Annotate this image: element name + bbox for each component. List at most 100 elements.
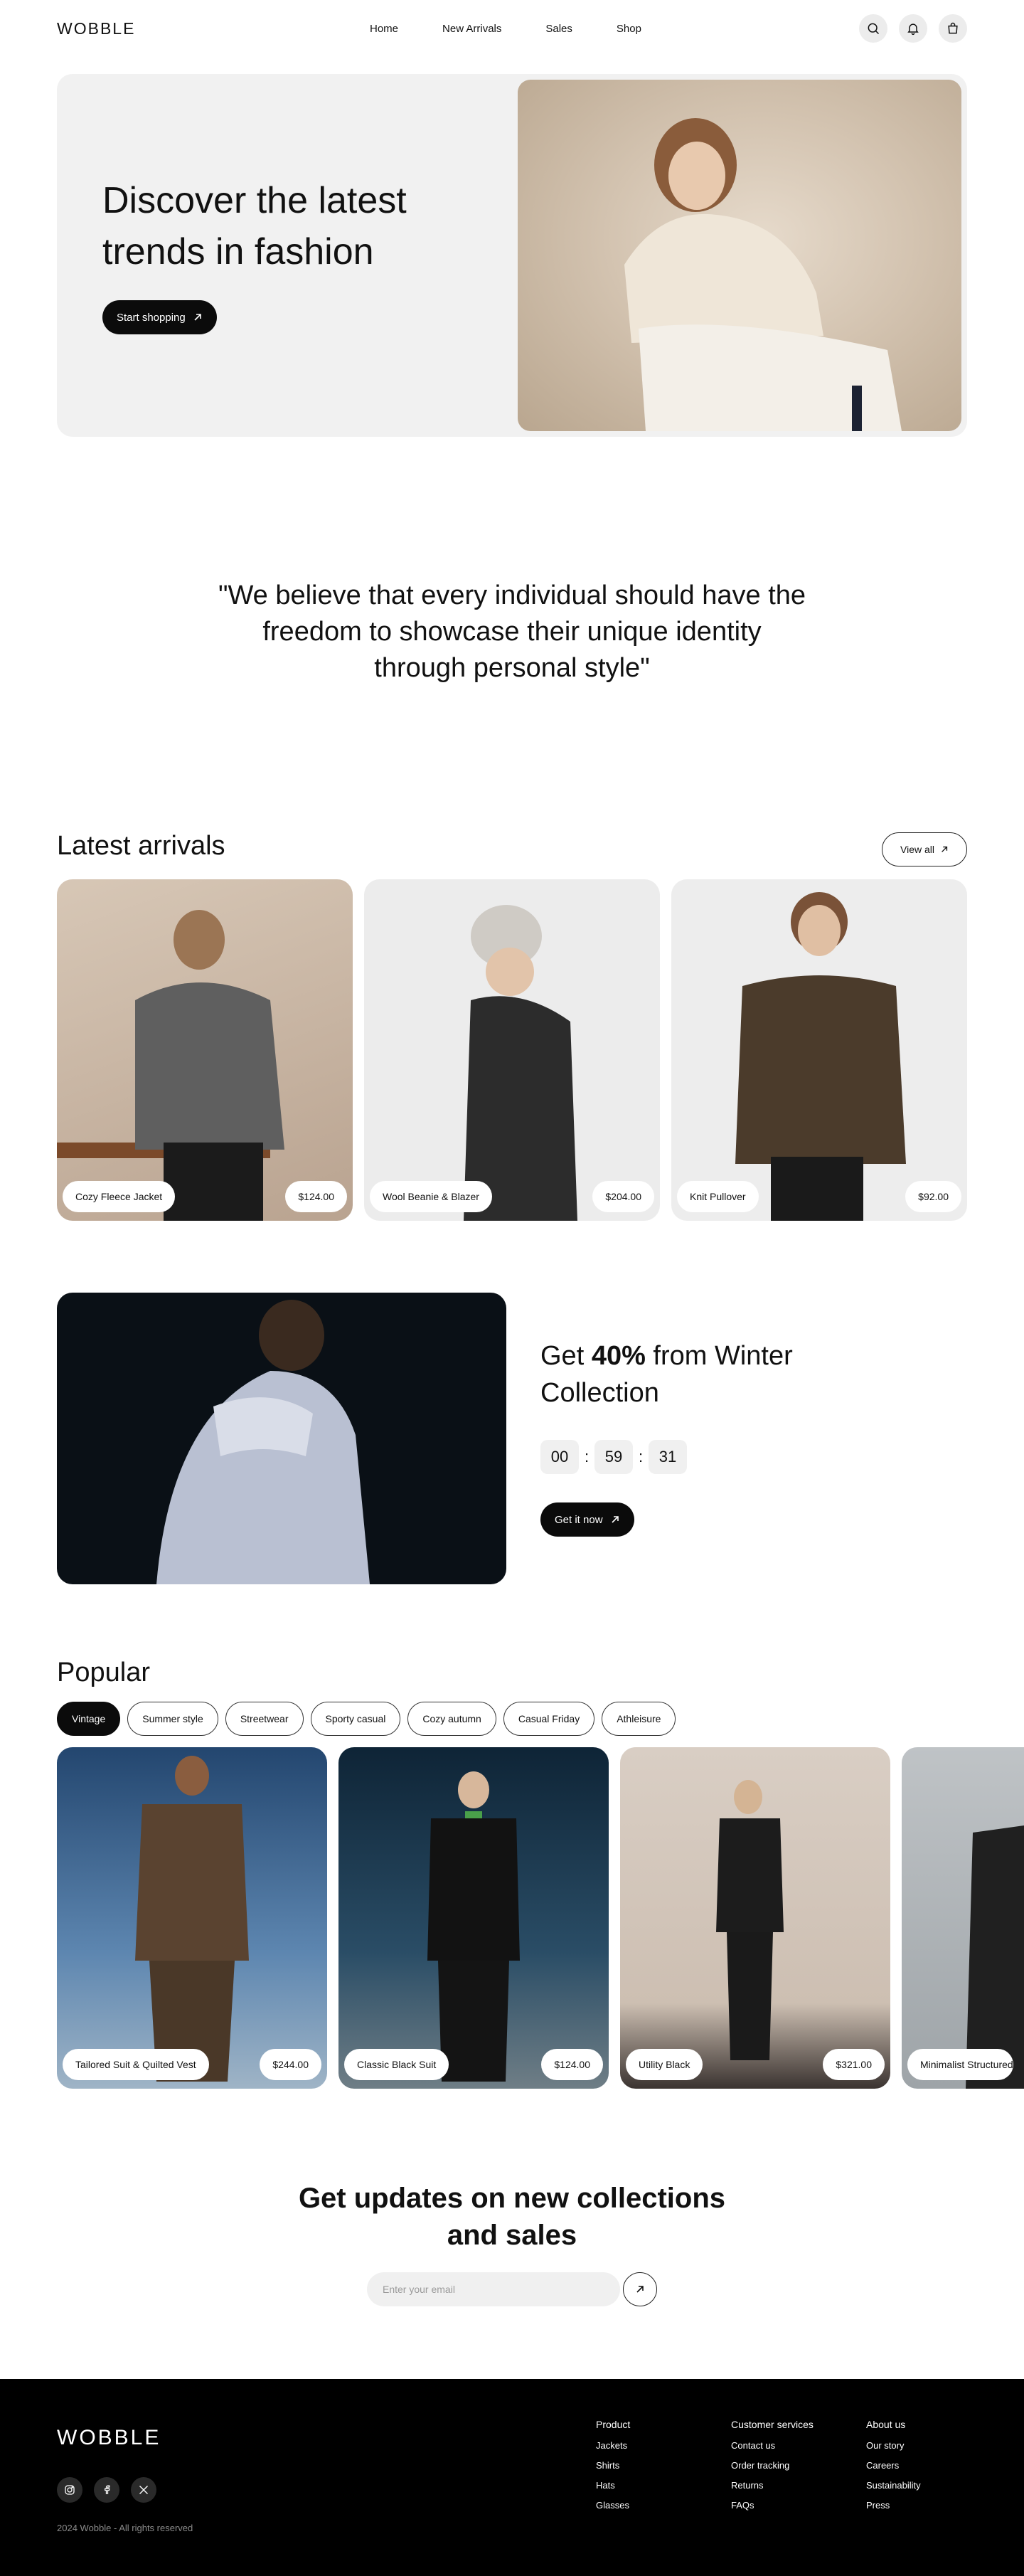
winter-collection-image	[57, 1293, 506, 1584]
timer-separator: :	[638, 1448, 644, 1465]
countdown-timer: 00 : 59 : 31	[540, 1440, 687, 1474]
timer-minutes: 59	[594, 1440, 633, 1474]
footer-column-customer-services: Customer services Contact us Order track…	[731, 2419, 814, 2520]
arrow-up-right-icon	[611, 1516, 619, 1523]
view-all-label: View all	[900, 844, 934, 855]
hero-model-image	[518, 80, 961, 431]
search-icon	[868, 23, 880, 35]
product-card[interactable]: Cozy Fleece Jacket $124.00	[57, 879, 353, 1221]
footer-column-title: About us	[866, 2419, 906, 2430]
bag-icon	[948, 22, 958, 34]
timer-seconds: 31	[649, 1440, 687, 1474]
subscribe-button[interactable]	[623, 2272, 657, 2306]
instagram-icon	[65, 2485, 75, 2495]
footer-link-order-tracking[interactable]: Order tracking	[731, 2460, 814, 2471]
footer-logo[interactable]: WOBBLE	[57, 2426, 161, 2450]
logo[interactable]: WOBBLE	[57, 19, 135, 38]
newsletter-title: Get updates on new collections and sales	[298, 2183, 726, 2251]
product-name: Minimalist Structured	[907, 2049, 1013, 2080]
footer-column-about-us: About us Our story Careers Sustainabilit…	[866, 2419, 921, 2520]
footer-column-title: Product	[596, 2419, 631, 2430]
product-price: $124.00	[285, 1181, 347, 1212]
product-card[interactable]: Wool Beanie & Blazer $204.00	[364, 879, 660, 1221]
latest-arrivals-title: Latest arrivals	[57, 831, 225, 861]
product-card[interactable]: Minimalist Structured	[902, 1747, 1024, 2089]
hero-title: Discover the latest trends in fashion	[102, 180, 407, 272]
hero-banner: Discover the latest trends in fashion St…	[57, 74, 967, 437]
notifications-button[interactable]	[899, 14, 927, 43]
product-name: Cozy Fleece Jacket	[63, 1181, 176, 1212]
filter-chip-streetwear[interactable]: Streetwear	[225, 1702, 304, 1736]
product-name: Classic Black Suit	[344, 2049, 449, 2080]
get-it-now-button[interactable]: Get it now	[540, 1502, 634, 1537]
promo-title: Get 40% from Winter Collection	[540, 1337, 868, 1411]
facebook-link[interactable]	[94, 2477, 119, 2503]
product-name: Knit Pullover	[677, 1181, 759, 1212]
copyright: 2024 Wobble - All rights reserved	[57, 2523, 193, 2533]
product-card[interactable]: Classic Black Suit $124.00	[338, 1747, 609, 2089]
footer: WOBBLE 2024 Wobble - All rights reserved…	[0, 2379, 1024, 2576]
style-filters: Vintage Summer style Streetwear Sporty c…	[57, 1702, 676, 1736]
start-shopping-button[interactable]: Start shopping	[102, 300, 217, 334]
footer-link-hats[interactable]: Hats	[596, 2480, 630, 2491]
filter-chip-casual-friday[interactable]: Casual Friday	[503, 1702, 595, 1736]
footer-link-contact-us[interactable]: Contact us	[731, 2440, 814, 2451]
nav-link-home[interactable]: Home	[370, 23, 398, 35]
filter-chip-sporty-casual[interactable]: Sporty casual	[310, 1702, 401, 1736]
footer-column-product: Product Jackets Shirts Hats Glasses	[596, 2419, 630, 2520]
product-name: Utility Black	[626, 2049, 703, 2080]
bell-icon	[907, 23, 919, 36]
footer-link-careers[interactable]: Careers	[866, 2460, 921, 2471]
product-card[interactable]: Tailored Suit & Quilted Vest $244.00	[57, 1747, 327, 2089]
nav-link-new-arrivals[interactable]: New Arrivals	[442, 23, 501, 35]
footer-link-jackets[interactable]: Jackets	[596, 2440, 630, 2451]
instagram-link[interactable]	[57, 2477, 82, 2503]
footer-link-our-story[interactable]: Our story	[866, 2440, 921, 2451]
product-price: $124.00	[541, 2049, 603, 2080]
nav-links: Home New Arrivals Sales Shop	[370, 23, 686, 35]
nav-link-shop[interactable]: Shop	[617, 23, 641, 35]
x-icon	[139, 2486, 148, 2494]
product-name: Wool Beanie & Blazer	[370, 1181, 492, 1212]
brand-quote: "We believe that every individual should…	[218, 581, 806, 683]
search-button[interactable]	[859, 14, 887, 43]
filter-chip-summer-style[interactable]: Summer style	[127, 1702, 218, 1736]
top-nav: WOBBLE Home New Arrivals Sales Shop	[57, 0, 967, 57]
footer-link-shirts[interactable]: Shirts	[596, 2460, 630, 2471]
footer-link-faqs[interactable]: FAQs	[731, 2500, 814, 2511]
timer-hours: 00	[540, 1440, 579, 1474]
email-field[interactable]	[367, 2272, 620, 2306]
footer-link-glasses[interactable]: Glasses	[596, 2500, 630, 2511]
product-card[interactable]: Utility Black $321.00	[620, 1747, 890, 2089]
product-price: $244.00	[260, 2049, 321, 2080]
footer-link-returns[interactable]: Returns	[731, 2480, 814, 2491]
filter-chip-cozy-autumn[interactable]: Cozy autumn	[407, 1702, 496, 1736]
arrow-up-right-icon	[194, 314, 201, 321]
social-links	[57, 2477, 156, 2503]
timer-separator: :	[584, 1448, 590, 1465]
get-it-now-label: Get it now	[555, 1513, 603, 1526]
arrow-up-right-icon	[942, 846, 948, 852]
product-name: Tailored Suit & Quilted Vest	[63, 2049, 209, 2080]
promo-title-prefix: Get	[540, 1341, 592, 1371]
view-all-button[interactable]: View all	[882, 832, 967, 866]
footer-link-press[interactable]: Press	[866, 2500, 921, 2511]
product-price: $321.00	[823, 2049, 885, 2080]
product-card[interactable]: Knit Pullover $92.00	[671, 879, 967, 1221]
cart-button[interactable]	[939, 14, 967, 43]
footer-link-sustainability[interactable]: Sustainability	[866, 2480, 921, 2491]
page: WOBBLE Home New Arrivals Sales Shop Disc…	[0, 0, 1024, 2576]
start-shopping-label: Start shopping	[117, 311, 186, 324]
facebook-icon	[105, 2485, 110, 2494]
filter-chip-athleisure[interactable]: Athleisure	[602, 1702, 676, 1736]
promo-discount: 40%	[591, 1341, 646, 1371]
footer-column-title: Customer services	[731, 2419, 814, 2430]
product-price: $92.00	[905, 1181, 961, 1212]
arrow-up-right-icon	[636, 2286, 644, 2293]
filter-chip-vintage[interactable]: Vintage	[57, 1702, 121, 1736]
popular-title: Popular	[57, 1658, 150, 1687]
nav-link-sales[interactable]: Sales	[545, 23, 572, 35]
nav-icons	[859, 14, 967, 43]
x-link[interactable]	[131, 2477, 156, 2503]
product-price: $204.00	[592, 1181, 654, 1212]
